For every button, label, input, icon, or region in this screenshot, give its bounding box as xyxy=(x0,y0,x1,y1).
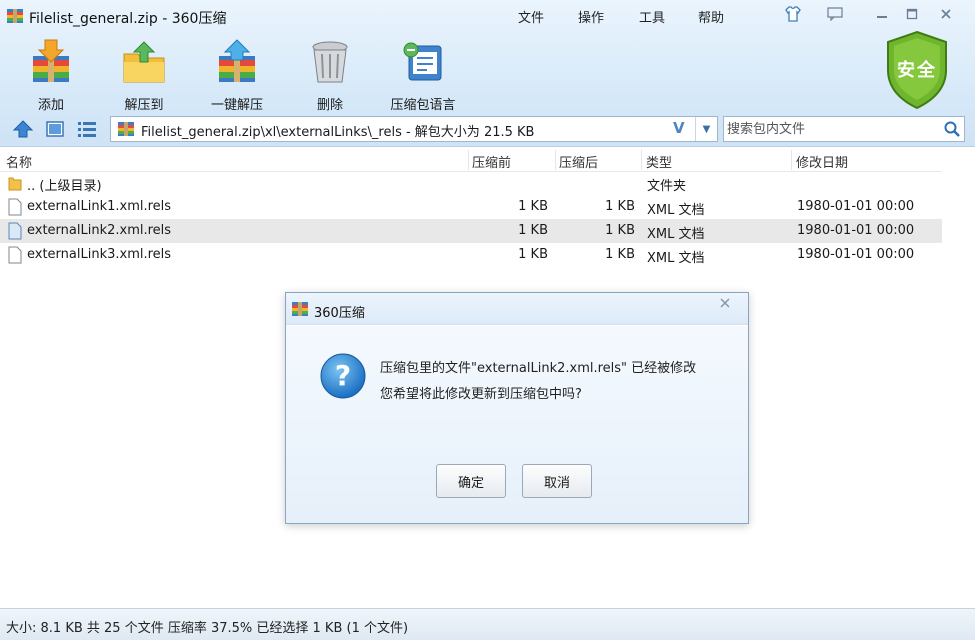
menu-help[interactable]: 帮助 xyxy=(698,7,724,26)
list-header: 名称 压缩前 压缩后 类型 修改日期 xyxy=(0,148,942,172)
menu-operate[interactable]: 操作 xyxy=(578,7,604,26)
file-unpacked-size: 1 KB xyxy=(605,199,635,214)
file-icon xyxy=(8,246,22,264)
minimize-icon[interactable] xyxy=(871,4,893,24)
maximize-icon[interactable] xyxy=(901,4,923,24)
archive-language-button[interactable]: 压缩包语言 xyxy=(383,38,463,113)
confirm-dialog: 360压缩 ? 压缩包里的文件"externalLink2.xml.rels" … xyxy=(285,292,749,524)
archive-app-icon xyxy=(7,9,23,23)
search-input[interactable] xyxy=(727,120,939,138)
address-bar[interactable]: Filelist_general.zip\xl\externalLinks\_r… xyxy=(110,116,718,142)
file-type: XML 文档 xyxy=(647,227,705,242)
address-path: Filelist_general.zip\xl\externalLinks\_r… xyxy=(141,125,535,140)
table-row[interactable]: externalLink3.xml.rels 1 KB 1 KB XML 文档 … xyxy=(0,243,942,267)
verify-mark[interactable]: V xyxy=(673,119,685,137)
list-view-icon[interactable] xyxy=(76,119,98,139)
file-icon xyxy=(8,222,22,240)
title-bar: Filelist_general.zip - 360压缩 文件 操作 工具 帮助 xyxy=(0,0,975,32)
one-click-extract-label: 一键解压 xyxy=(210,98,263,113)
file-modified: 1980-01-01 00:00 xyxy=(797,199,915,214)
dialog-message-line1: 压缩包里的文件"externalLink2.xml.rels" 已经被修改 xyxy=(380,361,697,376)
archive-language-label: 压缩包语言 xyxy=(390,98,456,113)
file-modified: 1980-01-01 00:00 xyxy=(797,247,915,262)
dialog-title: 360压缩 xyxy=(314,306,365,321)
file-packed-size: 1 KB xyxy=(518,199,548,214)
close-icon xyxy=(720,298,730,308)
extract-to-button[interactable]: 解压到 xyxy=(104,38,184,113)
add-button[interactable]: 添加 xyxy=(11,38,91,113)
file-unpacked-size: 1 KB xyxy=(605,223,635,238)
table-row-selected[interactable]: externalLink2.xml.rels 1 KB 1 KB XML 文档 … xyxy=(0,219,942,243)
table-row[interactable]: externalLink1.xml.rels 1 KB 1 KB XML 文档 … xyxy=(0,195,942,219)
trash-icon xyxy=(312,41,348,83)
dialog-title-bar[interactable]: 360压缩 xyxy=(286,293,748,325)
search-box[interactable] xyxy=(723,116,965,142)
column-divider[interactable] xyxy=(641,150,642,170)
file-unpacked-size: 1 KB xyxy=(605,247,635,262)
add-label: 添加 xyxy=(37,98,64,113)
thumbnail-view-icon[interactable] xyxy=(44,119,66,139)
window-title: Filelist_general.zip - 360压缩 xyxy=(29,11,227,27)
file-type: XML 文档 xyxy=(647,251,705,266)
delete-button[interactable]: 删除 xyxy=(290,38,370,113)
feedback-icon[interactable] xyxy=(824,4,846,24)
column-divider[interactable] xyxy=(555,150,556,170)
menu-tools[interactable]: 工具 xyxy=(639,7,665,26)
chevron-down-icon: ▼ xyxy=(702,123,711,135)
file-icon xyxy=(8,198,22,216)
file-packed-size: 1 KB xyxy=(518,247,548,262)
search-icon[interactable] xyxy=(943,120,961,138)
window-header: Filelist_general.zip - 360压缩 文件 操作 工具 帮助 xyxy=(0,0,975,147)
one-click-extract-icon xyxy=(219,39,255,82)
dialog-body: ? 压缩包里的文件"externalLink2.xml.rels" 已经被修改 … xyxy=(286,326,748,523)
up-arrow-icon[interactable] xyxy=(12,119,34,139)
column-type[interactable]: 类型 xyxy=(646,152,672,171)
status-bar: 大小: 8.1 KB 共 25 个文件 压缩率 37.5% 已经选择 1 KB … xyxy=(0,608,975,640)
status-text: 大小: 8.1 KB 共 25 个文件 压缩率 37.5% 已经选择 1 KB … xyxy=(6,621,409,636)
list-item-parent[interactable]: .. (上级目录) 文件夹 xyxy=(0,171,942,195)
archive-icon xyxy=(118,122,134,136)
file-name: externalLink1.xml.rels xyxy=(27,199,172,214)
cancel-button[interactable]: 取消 xyxy=(522,464,592,498)
column-modified[interactable]: 修改日期 xyxy=(796,152,848,171)
dialog-close-button[interactable] xyxy=(703,294,747,312)
file-name: externalLink2.xml.rels xyxy=(27,223,172,238)
file-name: .. (上级目录) xyxy=(27,179,102,194)
column-packed[interactable]: 压缩前 xyxy=(472,152,511,171)
question-icon: ? xyxy=(320,353,366,399)
security-shield[interactable]: 安全 xyxy=(884,30,950,110)
skin-icon[interactable] xyxy=(782,4,804,24)
file-type: 文件夹 xyxy=(647,179,687,194)
column-name[interactable]: 名称 xyxy=(6,152,32,171)
dialog-message-line2: 您希望将此修改更新到压缩包中吗? xyxy=(380,387,582,402)
extract-folder-icon xyxy=(123,41,165,83)
column-divider[interactable] xyxy=(468,150,469,170)
close-icon[interactable] xyxy=(935,4,957,24)
menu-file[interactable]: 文件 xyxy=(518,7,544,26)
language-code-icon xyxy=(403,42,442,81)
column-divider[interactable] xyxy=(791,150,792,170)
file-modified: 1980-01-01 00:00 xyxy=(797,223,915,238)
file-type: XML 文档 xyxy=(647,203,705,218)
security-label: 安全 xyxy=(897,60,937,81)
file-packed-size: 1 KB xyxy=(518,223,548,238)
add-archive-icon xyxy=(33,39,69,82)
column-unpacked[interactable]: 压缩后 xyxy=(559,152,598,171)
svg-text:?: ? xyxy=(335,359,351,392)
archive-app-icon xyxy=(292,302,308,316)
folder-icon xyxy=(8,177,22,191)
extract-to-label: 解压到 xyxy=(124,98,164,113)
delete-label: 删除 xyxy=(316,98,343,113)
one-click-extract-button[interactable]: 一键解压 xyxy=(197,38,277,113)
ok-button[interactable]: 确定 xyxy=(436,464,506,498)
file-name: externalLink3.xml.rels xyxy=(27,247,172,262)
address-dropdown[interactable]: ▼ xyxy=(695,117,717,141)
